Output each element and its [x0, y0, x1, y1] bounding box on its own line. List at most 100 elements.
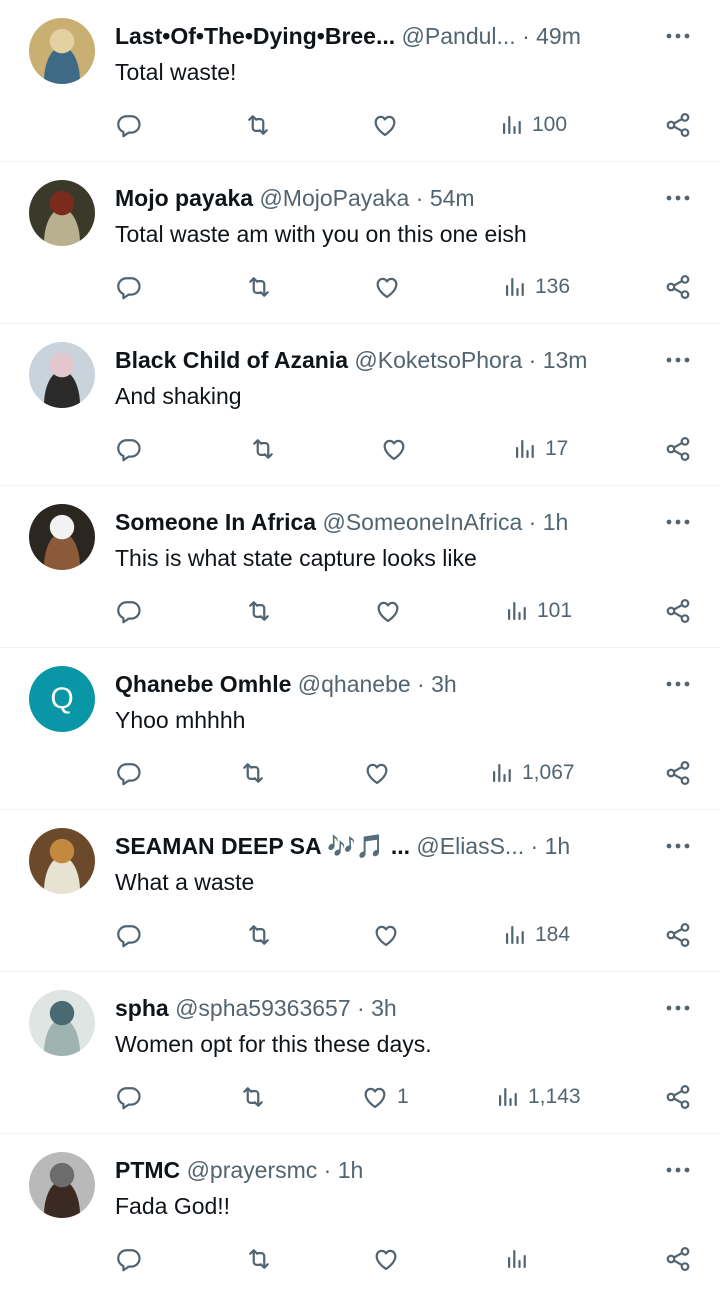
retweet-button[interactable]: [244, 594, 274, 628]
like-button[interactable]: [372, 918, 400, 952]
retweet-button[interactable]: [243, 108, 273, 142]
display-name[interactable]: PTMC: [115, 1157, 180, 1183]
retweet-button[interactable]: [244, 918, 274, 952]
more-icon[interactable]: [664, 186, 692, 210]
display-name[interactable]: Black Child of Azania: [115, 347, 348, 373]
reply-button[interactable]: [115, 594, 143, 628]
timestamp[interactable]: 1h: [545, 833, 571, 859]
timestamp[interactable]: 54m: [430, 185, 475, 211]
share-button[interactable]: [664, 108, 692, 142]
views-button[interactable]: 101: [505, 594, 572, 628]
views-icon: [503, 274, 527, 300]
reply-button[interactable]: [115, 1242, 143, 1276]
more-icon[interactable]: [664, 834, 692, 858]
like-button[interactable]: [374, 594, 402, 628]
tweet-reply[interactable]: Mojo payaka @MojoPayaka · 54m Total waste…: [0, 162, 720, 324]
avatar[interactable]: [29, 504, 95, 570]
reply-icon: [115, 921, 143, 949]
timestamp[interactable]: 1h: [543, 509, 569, 535]
avatar[interactable]: [29, 18, 95, 84]
display-name[interactable]: Qhanebe Omhle: [115, 671, 291, 697]
tweet-text: Yhoo mhhhh: [115, 707, 246, 733]
reply-button[interactable]: [115, 432, 143, 466]
retweet-icon: [244, 1245, 274, 1273]
reply-button[interactable]: [115, 108, 143, 142]
reply-icon: [115, 1245, 143, 1273]
tweet-reply[interactable]: spha @spha59363657 · 3h Women opt for thi…: [0, 972, 720, 1134]
views-button[interactable]: 136: [503, 270, 570, 304]
more-icon[interactable]: [664, 24, 692, 48]
like-button[interactable]: [363, 756, 391, 790]
views-icon: [505, 1246, 529, 1272]
avatar[interactable]: [29, 990, 95, 1056]
more-icon[interactable]: [664, 672, 692, 696]
like-button[interactable]: [380, 432, 408, 466]
user-handle[interactable]: @prayersmc: [187, 1157, 318, 1183]
views-button[interactable]: 184: [503, 918, 570, 952]
views-button[interactable]: 1,143: [496, 1080, 581, 1114]
display-name[interactable]: Last•Of•The•Dying•Bree...: [115, 23, 395, 49]
tweet-reply[interactable]: Black Child of Azania @KoketsoPhora · 13…: [0, 324, 720, 486]
retweet-button[interactable]: [238, 756, 268, 790]
views-button[interactable]: 17: [513, 432, 568, 466]
user-handle[interactable]: @spha59363657: [175, 995, 351, 1021]
user-handle[interactable]: @SomeoneInAfrica: [322, 509, 522, 535]
share-button[interactable]: [664, 432, 692, 466]
like-count: 1: [397, 1085, 409, 1108]
tweet-reply[interactable]: Q Qhanebe Omhle @qhanebe · 3h Yhoo mhhhh 1,…: [0, 648, 720, 810]
more-icon[interactable]: [664, 1158, 692, 1182]
share-button[interactable]: [664, 756, 692, 790]
tweet-text: What a waste: [115, 869, 255, 895]
tweet-reply[interactable]: SEAMAN DEEP SA 🎶🎵 ... @EliasS... · 1h Wha…: [0, 810, 720, 972]
more-icon[interactable]: [664, 996, 692, 1020]
like-button[interactable]: [372, 1242, 400, 1276]
retweet-button[interactable]: [244, 270, 274, 304]
user-handle[interactable]: @KoketsoPhora: [354, 347, 522, 373]
views-icon: [513, 436, 537, 462]
share-button[interactable]: [664, 918, 692, 952]
avatar[interactable]: [29, 180, 95, 246]
tweet-reply[interactable]: PTMC @prayersmc · 1h Fada God!!: [0, 1134, 720, 1296]
like-button[interactable]: 1: [361, 1080, 409, 1114]
timestamp[interactable]: 13m: [543, 347, 588, 373]
user-handle[interactable]: @qhanebe: [298, 671, 411, 697]
more-icon[interactable]: [664, 510, 692, 534]
timestamp[interactable]: 1h: [338, 1157, 364, 1183]
avatar[interactable]: [29, 828, 95, 894]
share-button[interactable]: [664, 270, 692, 304]
share-button[interactable]: [664, 1080, 692, 1114]
user-handle[interactable]: @EliasS...: [416, 833, 524, 859]
share-button[interactable]: [664, 1242, 692, 1276]
views-button[interactable]: [505, 1242, 529, 1276]
reply-button[interactable]: [115, 1080, 143, 1114]
like-button[interactable]: [371, 108, 399, 142]
tweet-reply[interactable]: Last•Of•The•Dying•Bree... @Pandul... · 4…: [0, 0, 720, 162]
display-name[interactable]: Mojo payaka: [115, 185, 253, 211]
display-name[interactable]: spha: [115, 995, 169, 1021]
reply-button[interactable]: [115, 756, 143, 790]
more-icon[interactable]: [664, 348, 692, 372]
tweet-text: Fada God!!: [115, 1193, 231, 1219]
timestamp[interactable]: 3h: [371, 995, 397, 1021]
view-count: 1,143: [528, 1085, 581, 1108]
avatar[interactable]: [29, 342, 95, 408]
retweet-icon: [244, 273, 274, 301]
retweet-button[interactable]: [244, 1242, 274, 1276]
timestamp[interactable]: 3h: [431, 671, 457, 697]
views-button[interactable]: 100: [500, 108, 567, 142]
user-handle[interactable]: @MojoPayaka: [259, 185, 409, 211]
avatar[interactable]: [29, 1152, 95, 1218]
reply-button[interactable]: [115, 270, 143, 304]
share-button[interactable]: [664, 594, 692, 628]
retweet-button[interactable]: [238, 1080, 268, 1114]
display-name[interactable]: Someone In Africa: [115, 509, 316, 535]
reply-button[interactable]: [115, 918, 143, 952]
retweet-button[interactable]: [248, 432, 278, 466]
views-button[interactable]: 1,067: [490, 756, 575, 790]
like-button[interactable]: [373, 270, 401, 304]
tweet-reply[interactable]: Someone In Africa @SomeoneInAfrica · 1h T…: [0, 486, 720, 648]
timestamp[interactable]: 49m: [536, 23, 581, 49]
display-name[interactable]: SEAMAN DEEP SA 🎶🎵 ...: [115, 833, 410, 859]
avatar[interactable]: Q: [29, 666, 95, 732]
user-handle[interactable]: @Pandul...: [402, 23, 516, 49]
